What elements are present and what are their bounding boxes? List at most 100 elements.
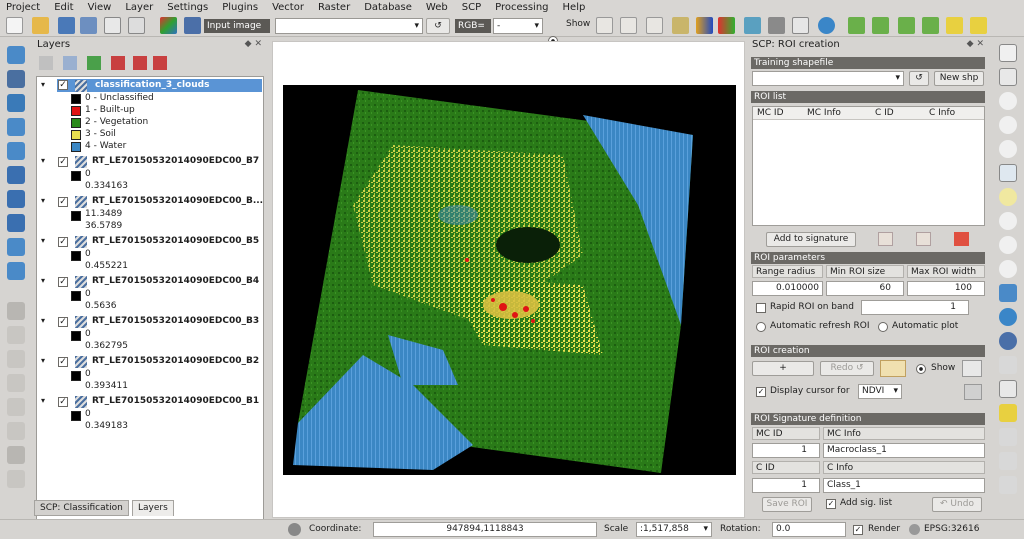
roi-list-table[interactable]: MC ID MC Info C ID C Info [752, 106, 985, 226]
rapid-roi-band-spinbox[interactable]: 1 [861, 300, 969, 315]
menu-plugins[interactable]: Plugins [222, 2, 258, 13]
zoom-out-icon[interactable] [999, 116, 1017, 134]
scale-combo[interactable]: :1,517,858 ▾ [636, 522, 712, 537]
col-mc-id[interactable]: MC ID [757, 107, 784, 120]
delete-icon[interactable] [7, 446, 25, 464]
max-roi-width-spinbox[interactable]: 100 [907, 281, 985, 296]
range-radius-spinbox[interactable]: 0.010000 [752, 281, 823, 296]
layer-checkbox[interactable]: ✓ [58, 277, 68, 287]
add-wfs-icon[interactable] [7, 214, 25, 232]
menu-layer[interactable]: Layer [125, 2, 153, 13]
layer-checkbox[interactable]: ✓ [58, 357, 68, 367]
display-cursor-combo[interactable]: NDVI ▾ [858, 384, 902, 399]
layer-checkbox[interactable]: ✓ [58, 237, 68, 247]
epsg-label[interactable]: EPSG:32616 [924, 524, 979, 534]
collapse-arrow-icon[interactable]: ▾ [41, 396, 45, 405]
measure-icon[interactable] [999, 428, 1017, 446]
add-vector-icon[interactable] [7, 46, 25, 64]
classification-preview-icon[interactable] [696, 17, 713, 34]
panel-float-close-icon[interactable]: ◆ ✕ [967, 39, 984, 49]
layer-checkbox[interactable]: ✓ [58, 397, 68, 407]
add-wms-icon[interactable] [7, 166, 25, 184]
add-point-2-icon[interactable] [970, 17, 987, 34]
visibility-toggle-icon[interactable] [39, 56, 53, 70]
refresh-icon[interactable] [999, 308, 1017, 326]
add-mssql-icon[interactable] [7, 142, 25, 160]
filter-icon[interactable] [87, 56, 101, 70]
collapse-arrow-icon[interactable]: ▾ [41, 356, 45, 365]
pan-to-selection-icon[interactable] [999, 68, 1017, 86]
save-edits-icon[interactable] [7, 350, 25, 368]
layer-checkbox[interactable]: ✓ [58, 157, 68, 167]
zoom-next-icon[interactable] [999, 260, 1017, 278]
mc-info-input[interactable]: Macroclass_1 [823, 443, 985, 458]
zoom-full-icon[interactable] [999, 164, 1017, 182]
map-tips-icon[interactable] [999, 452, 1017, 470]
add-raster-icon[interactable] [7, 70, 25, 88]
action-icon[interactable] [999, 356, 1017, 374]
min-roi-size-spinbox[interactable]: 60 [826, 281, 904, 296]
zoom-in-icon[interactable] [999, 92, 1017, 110]
scatter-plot-icon[interactable] [916, 232, 931, 246]
identify-icon[interactable] [999, 332, 1017, 350]
manage-visibility-icon[interactable] [133, 56, 147, 70]
refresh-preview-icon[interactable] [818, 17, 835, 34]
remove-layer-icon[interactable] [153, 56, 167, 70]
delete-roi-icon[interactable] [954, 232, 969, 246]
plugin-tool-1-icon[interactable] [848, 17, 865, 34]
layer-checkbox[interactable]: ✓ [58, 197, 68, 207]
classification-icon[interactable] [718, 17, 735, 34]
menu-scp[interactable]: SCP [462, 2, 481, 13]
layer-checkbox[interactable]: ✓ [58, 80, 68, 90]
new-shp-button[interactable]: New shp [934, 71, 984, 86]
mc-id-spinbox[interactable]: 1 [752, 443, 820, 458]
layer-name[interactable]: RT_LE70150532014090EDC00_B3 [92, 315, 259, 328]
select-feature-icon[interactable] [999, 380, 1017, 398]
cut-icon[interactable] [7, 470, 25, 488]
menu-raster[interactable]: Raster [318, 2, 350, 13]
composer-manager-icon[interactable] [128, 17, 145, 34]
col-c-info[interactable]: C Info [929, 107, 955, 120]
save-project-icon[interactable] [58, 17, 75, 34]
new-project-icon[interactable] [6, 17, 23, 34]
node-tool-icon[interactable] [7, 422, 25, 440]
band-set-icon[interactable] [160, 17, 177, 34]
collapse-arrow-icon[interactable]: ▾ [41, 196, 45, 205]
refresh-image-button[interactable]: ↺ [426, 18, 450, 34]
display-cursor-checkbox[interactable]: ✓ [756, 387, 766, 397]
collapse-arrow-icon[interactable]: ▾ [41, 276, 45, 285]
stretch-std-icon[interactable] [620, 17, 637, 34]
add-sig-list-checkbox[interactable]: ✓ [826, 499, 836, 509]
undo-button[interactable]: ↶ Undo [932, 497, 982, 512]
layer-name[interactable]: RT_LE70150532014090EDC00_B2 [92, 355, 259, 368]
training-shapefile-combo[interactable]: ▾ [752, 71, 904, 86]
rgb-combo[interactable]: - ▾ [493, 18, 543, 34]
new-shapefile-icon[interactable] [7, 262, 25, 280]
add-spatialite-icon[interactable] [7, 118, 25, 136]
layer-name[interactable]: RT_LE70150532014090EDC00_B4 [92, 275, 259, 288]
new-map-view-icon[interactable] [999, 284, 1017, 302]
map-canvas[interactable] [272, 41, 745, 518]
tab-layers[interactable]: Layers [132, 500, 174, 516]
collapse-arrow-icon[interactable]: ▾ [41, 316, 45, 325]
save-roi-button[interactable]: Save ROI [762, 497, 812, 512]
zoom-selection-icon[interactable] [999, 188, 1017, 206]
rotation-field[interactable]: 0.0 [772, 522, 846, 537]
add-to-signature-button[interactable]: Add to signature [766, 232, 856, 247]
menu-vector[interactable]: Vector [272, 2, 304, 13]
menu-database[interactable]: Database [364, 2, 412, 13]
layer-name[interactable]: RT_LE70150532014090EDC00_B1 [92, 395, 259, 408]
add-group-icon[interactable] [111, 56, 125, 70]
menu-project[interactable]: Project [6, 2, 40, 13]
stretch-icon[interactable] [596, 17, 613, 34]
open-project-icon[interactable] [32, 17, 49, 34]
render-checkbox[interactable]: ✓ [853, 525, 863, 535]
menu-help[interactable]: Help [563, 2, 586, 13]
pan-hand-icon[interactable] [999, 44, 1017, 62]
annotation-icon[interactable] [999, 476, 1017, 494]
zoom-layer-icon[interactable] [999, 212, 1017, 230]
coordinate-field[interactable]: 947894,1118843 [373, 522, 597, 537]
tab-scp-classification[interactable]: SCP: Classification [34, 500, 129, 516]
layer-classification-row[interactable]: classification_3_clouds [57, 79, 262, 92]
save-as-icon[interactable] [80, 17, 97, 34]
